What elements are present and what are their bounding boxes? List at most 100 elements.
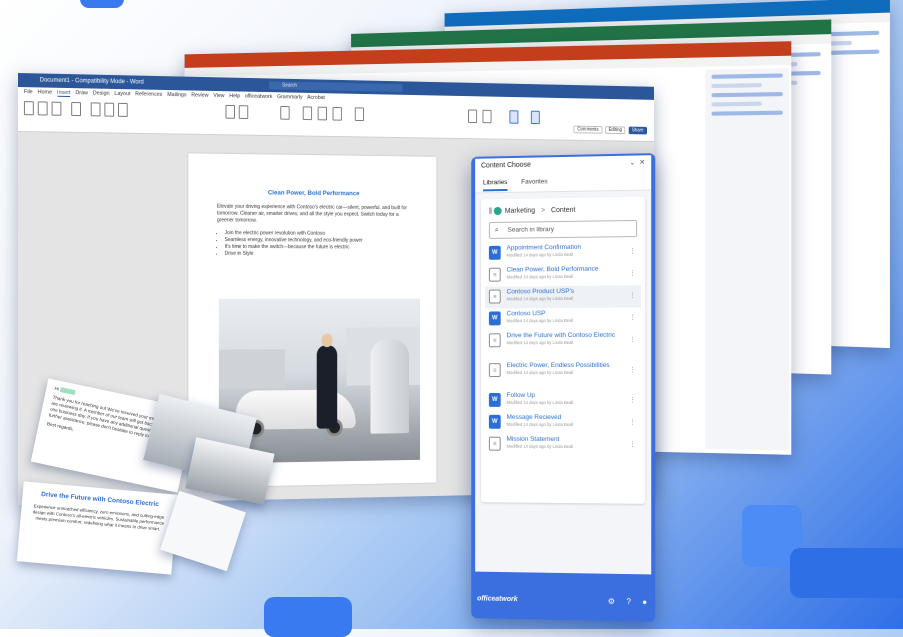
more-options-icon[interactable]: ⋮ xyxy=(629,366,636,374)
tab-libraries[interactable]: Libraries xyxy=(482,179,508,192)
library-item-title: Electric Power, Endless Possibilities xyxy=(506,361,610,369)
search-box[interactable]: Search xyxy=(268,81,403,92)
word-file-icon: W xyxy=(488,245,501,260)
equation-icon[interactable] xyxy=(468,109,478,124)
comment-icon[interactable] xyxy=(280,105,290,120)
document-intro: Elevate your driving experience with Con… xyxy=(216,203,407,224)
chooser-tabs: Libraries Favorites xyxy=(475,171,652,194)
chevron-down-icon[interactable]: ⌄ xyxy=(629,160,635,167)
tab-home[interactable]: Home xyxy=(38,89,52,95)
library-item[interactable]: W Appointment Confirmation Modified 14 day… xyxy=(485,241,641,265)
footer-icon[interactable] xyxy=(317,106,327,121)
library-item-meta: Modified 14 days ago by Linda Beall xyxy=(506,369,574,375)
library-item[interactable]: ≡ Electric Power, Endless Possibilities Mo… xyxy=(485,360,641,390)
document-icon: ≡ xyxy=(488,436,501,451)
symbol-icon[interactable] xyxy=(482,109,492,124)
editing-button[interactable]: Editing xyxy=(605,126,626,135)
library-item[interactable]: ≡ Drive the Future with Contoso Electric M… xyxy=(485,329,641,360)
sharepoint-icon xyxy=(493,206,502,216)
library-item-meta: Modified 14 days ago by Linda Beall xyxy=(506,339,574,346)
library-item[interactable]: ≡ Mission Statement Modified 14 days ago b… xyxy=(485,434,641,457)
slide-preview-card: Drive the Future with Contoso Electric E… xyxy=(16,481,179,575)
cover-page-icon[interactable] xyxy=(23,101,34,116)
tab-view[interactable]: View xyxy=(213,93,224,99)
library-item-title: Drive the Future with Contoso Electric xyxy=(506,331,616,340)
shapes-icon[interactable] xyxy=(104,102,115,117)
tab-grammarly[interactable]: Grammarly xyxy=(277,94,302,100)
tab-layout[interactable]: Layout xyxy=(114,91,130,97)
library-card: ⫼ Marketing > Content ⌕ Search in librar… xyxy=(481,196,646,504)
officeatwork-logo: officeatwork xyxy=(477,595,518,604)
tab-officeatwork[interactable]: officeatwork xyxy=(245,94,273,100)
library-item-title: Follow Up xyxy=(506,391,536,399)
settings-icon[interactable]: ⚙ xyxy=(608,593,615,611)
library-item-meta: Modified 14 days ago by Linda Beall xyxy=(506,421,574,427)
comments-button[interactable]: Comments xyxy=(573,125,603,134)
library-item[interactable]: ≡ Contoso Product USP's Modified 14 days a… xyxy=(484,285,642,309)
powerpoint-side-pane xyxy=(705,68,790,451)
more-options-icon[interactable]: ⋮ xyxy=(629,291,636,299)
word-title: Document1 - Compatibility Mode - Word xyxy=(39,77,144,86)
help-icon[interactable]: ? xyxy=(627,593,631,611)
content-chooser-panel[interactable]: Content Choose ⌄ ✕ Libraries Favorites ⫼… xyxy=(471,153,656,622)
chooser-footer: officeatwork ⚙ ? ● xyxy=(477,590,649,611)
header-icon[interactable] xyxy=(302,106,313,121)
word-file-icon: W xyxy=(488,414,501,429)
more-options-icon[interactable]: ⋮ xyxy=(629,396,636,404)
library-item-meta: Modified 14 days ago by Linda Beall xyxy=(506,251,574,258)
image-chooser-icon[interactable] xyxy=(530,110,540,125)
library-search-input[interactable]: ⌕ Search in library xyxy=(488,219,638,239)
library-item-meta: Modified 14 days ago by Linda Beall xyxy=(506,295,574,302)
library-item-meta: Modified 14 days ago by Linda Beall xyxy=(506,443,574,449)
page-number-icon[interactable] xyxy=(332,106,342,121)
chooser-header: Content Choose ⌄ ✕ xyxy=(475,155,652,175)
tab-insert[interactable]: Insert xyxy=(57,89,71,98)
tab-acrobat[interactable]: Acrobat xyxy=(307,95,325,101)
tab-review[interactable]: Review xyxy=(191,92,208,98)
bookmark-icon[interactable] xyxy=(238,105,249,120)
tab-mailings[interactable]: Mailings xyxy=(167,92,186,98)
more-options-icon[interactable]: ⋮ xyxy=(629,418,636,426)
blank-page-icon[interactable] xyxy=(37,101,48,116)
text-box-icon[interactable] xyxy=(354,107,365,122)
library-item-meta: Modified 14 days ago by Linda Beall xyxy=(506,317,574,324)
library-icon[interactable]: ⫼ xyxy=(489,208,492,215)
library-item[interactable]: W Contoso USP Modified 14 days ago by Lind… xyxy=(485,307,641,330)
more-options-icon[interactable]: ⋮ xyxy=(629,440,636,448)
close-icon[interactable]: ✕ xyxy=(639,159,645,166)
pictures-icon[interactable] xyxy=(90,102,101,117)
document-icon: ≡ xyxy=(488,289,501,304)
content-chooser-icon[interactable] xyxy=(509,110,519,124)
page-break-icon[interactable] xyxy=(51,101,62,116)
link-icon[interactable] xyxy=(225,104,235,119)
tab-design[interactable]: Design xyxy=(93,91,110,97)
library-item[interactable]: W Message Recieved Modified 14 days ago by… xyxy=(485,412,641,434)
document-icon: ≡ xyxy=(488,267,501,282)
library-list: W Appointment Confirmation Modified 14 day… xyxy=(481,241,645,457)
tab-favorites[interactable]: Favorites xyxy=(521,178,547,185)
breadcrumb-leaf[interactable]: Content xyxy=(551,207,575,214)
chooser-body: Content Choose ⌄ ✕ Libraries Favorites ⫼… xyxy=(475,155,652,575)
document-icon: ≡ xyxy=(488,362,501,377)
avatar[interactable]: ● xyxy=(642,593,647,611)
tab-draw[interactable]: Draw xyxy=(75,90,88,96)
top-actions: Comments Editing Share xyxy=(572,125,648,135)
library-item[interactable]: W Follow Up Modified 14 days ago by Linda … xyxy=(485,390,641,412)
icons-icon[interactable] xyxy=(117,102,128,117)
more-options-icon[interactable]: ⋮ xyxy=(629,269,636,277)
breadcrumb-root[interactable]: Marketing xyxy=(505,207,535,214)
tab-help[interactable]: Help xyxy=(229,93,240,99)
tab-file[interactable]: File xyxy=(24,89,33,95)
more-options-icon[interactable]: ⋮ xyxy=(629,336,636,344)
more-options-icon[interactable]: ⋮ xyxy=(629,247,636,255)
share-button[interactable]: Share xyxy=(628,126,648,135)
search-icon: ⌕ xyxy=(494,226,499,234)
more-options-icon[interactable]: ⋮ xyxy=(629,313,636,321)
document-heading: Clean Power, Bold Performance xyxy=(267,189,360,198)
tab-references[interactable]: References xyxy=(135,91,162,97)
bullet-item: Drive in Style xyxy=(225,251,437,259)
decor-block xyxy=(790,548,903,598)
library-item[interactable]: ≡ Clean Power, Bold Performance Modified 1… xyxy=(485,263,641,287)
breadcrumb: ⫼ Marketing > Content xyxy=(488,206,576,216)
table-icon[interactable] xyxy=(71,102,81,117)
